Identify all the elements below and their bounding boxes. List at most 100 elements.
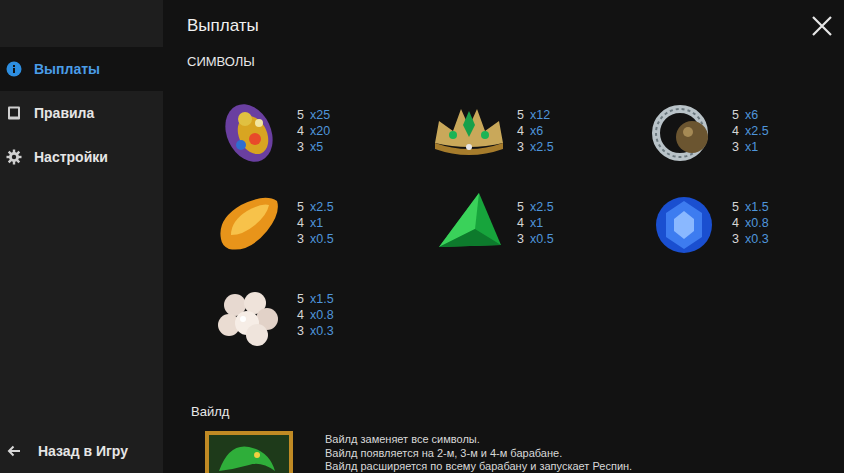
payout-row: 3 x1 (732, 139, 769, 155)
symbol-card: 5 x124x63 x2.5 (429, 85, 644, 177)
wild-description-line: Вайлд расширяется по всему барабану и за… (325, 460, 632, 473)
payout-row: 5 x1.5 (732, 199, 769, 215)
payout-count: 4 (297, 123, 304, 139)
payout-multiplier: x0.8 (310, 307, 334, 323)
back-label: Назад в Игру (38, 443, 128, 459)
paytable-panel: ВыплатыСИМВОЛЫ5x254x203x55x124x63x2.55x6… (163, 0, 844, 473)
book-icon (6, 105, 22, 121)
payout-multiplier: x1 (310, 215, 323, 231)
payout-row: 4 x2.5 (732, 123, 769, 139)
sidebar-item[interactable]: Правила (0, 91, 163, 135)
payout-row: 5 x2.5 (517, 199, 554, 215)
payout-multiplier: x2.5 (745, 123, 769, 139)
section-title: СИМВОЛЫ (187, 54, 834, 69)
wild-description: Вайлд заменяет все символы.Вайлд появляе… (325, 431, 632, 473)
payout-list: 5x1.54x0.83x0.3 (297, 291, 334, 339)
symbol-card: 5 x2.54x13 x0.5 (429, 177, 644, 269)
payout-count: 4 (297, 307, 304, 323)
payout-multiplier: x25 (310, 107, 330, 123)
sidebar-item[interactable]: Выплаты (0, 47, 163, 91)
payout-row: 5 x6 (732, 107, 769, 123)
payout-multiplier: x1.5 (310, 291, 334, 307)
payout-list: 5 x2.54x13 x0.5 (517, 199, 554, 247)
symbol-grid: 5x254x203x55x124x63x2.55x64x2.53x15x2.54… (187, 85, 834, 361)
payout-multiplier: x20 (310, 123, 330, 139)
payout-multiplier: x0.3 (745, 231, 769, 247)
close-icon[interactable] (811, 15, 833, 37)
payout-list: 5 x2.5 4 x1 3 x0.5 (297, 199, 334, 247)
payout-row: 4 x20 (297, 123, 330, 139)
payout-multiplier: x2.5 (530, 199, 554, 215)
symbol-card: 5 x6 4 x2.5 3 x1 (644, 85, 834, 177)
payout-multiplier: x1 (745, 139, 758, 155)
crown-icon (429, 91, 509, 171)
payout-row: 4 x0.8 (297, 307, 334, 323)
payout-count: 5 (732, 107, 739, 123)
payout-multiplier: x6 (745, 107, 758, 123)
payout-list: 5 x1.54x0.83 x0.3 (732, 199, 769, 247)
payout-count: 3 (297, 231, 304, 247)
payout-row: 3 x5 (297, 139, 330, 155)
payout-multiplier: x2.5 (310, 199, 334, 215)
payout-count: 4 (732, 123, 739, 139)
sidebar-menu: Выплаты Правила Настройки (0, 0, 163, 179)
wild-description-line: Вайлд появляется на 2-м, 3-м и 4-м бараб… (325, 447, 632, 461)
sidebar: Выплаты Правила Настройки Назад в Игру (0, 0, 163, 473)
payout-row: 5 x12 (517, 107, 554, 123)
payout-row: 4x0.8 (732, 215, 769, 231)
payout-row: 5 x25 (297, 107, 330, 123)
payout-multiplier: x5 (310, 139, 323, 155)
brooch-icon (209, 91, 289, 171)
payout-count: 3 (297, 139, 304, 155)
symbol-card: 5 x25 4 x20 3 x5 (209, 85, 429, 177)
payout-count: 3 (732, 139, 739, 155)
payout-row: 5 x1.5 (297, 291, 334, 307)
payout-count: 5 (297, 199, 304, 215)
gear-icon (6, 149, 22, 165)
back-to-game-button[interactable]: Назад в Игру (0, 437, 163, 473)
symbol-card: 5 x2.5 4 x1 3 x0.5 (209, 177, 429, 269)
wild-description-line: Вайлд заменяет все символы. (325, 433, 632, 447)
payout-multiplier: x2.5 (530, 139, 554, 155)
sidebar-item-label: Правила (34, 105, 94, 121)
payout-multiplier: x0.5 (530, 231, 554, 247)
payout-multiplier: x6 (530, 123, 543, 139)
info-icon (6, 61, 22, 77)
payout-multiplier: x1.5 (745, 199, 769, 215)
payout-count: 5 (297, 107, 304, 123)
symbol-card: 5x1.54x0.83x0.3 (209, 269, 429, 361)
symbol-card: 5 x1.54x0.83 x0.3 (644, 177, 834, 269)
payout-row: 4x6 (517, 123, 554, 139)
payout-count: 4 (297, 215, 304, 231)
payout-count: 5 (732, 199, 739, 215)
panel-title: Выплаты (187, 16, 259, 36)
payout-multiplier: x0.5 (310, 231, 334, 247)
payout-row: 3 x0.5 (517, 231, 554, 247)
sidebar-item[interactable]: Настройки (0, 135, 163, 179)
payout-multiplier: x12 (530, 107, 550, 123)
payout-count: 5 (297, 291, 304, 307)
ring-icon (644, 91, 724, 171)
payout-count: 3 (517, 139, 524, 155)
payout-row: 4 x1 (297, 215, 334, 231)
sapphire-icon (644, 183, 724, 263)
sidebar-item-label: Выплаты (34, 61, 100, 77)
payout-row: 5 x2.5 (297, 199, 334, 215)
payout-list: 5 x124x63 x2.5 (517, 107, 554, 155)
emerald-icon (429, 183, 509, 263)
payout-row: 3 x0.3 (732, 231, 769, 247)
pearls-icon (209, 275, 289, 355)
payout-count: 5 (517, 199, 524, 215)
payout-row: 3 x2.5 (517, 139, 554, 155)
payout-row: 4x1 (517, 215, 554, 231)
payout-count: 3 (517, 231, 524, 247)
payout-multiplier: x0.3 (310, 323, 334, 339)
sidebar-item-label: Настройки (34, 149, 108, 165)
payout-list: 5 x6 4 x2.5 3 x1 (732, 107, 769, 155)
panel-header: Выплаты (187, 0, 834, 50)
payout-row: 3 x0.5 (297, 231, 334, 247)
payout-count: 3 (732, 231, 739, 247)
payout-count: 4 (732, 215, 739, 231)
payout-count: 5 (517, 107, 524, 123)
wild-section: ВайлдВайлд заменяет все символы.Вайлд по… (187, 381, 834, 473)
